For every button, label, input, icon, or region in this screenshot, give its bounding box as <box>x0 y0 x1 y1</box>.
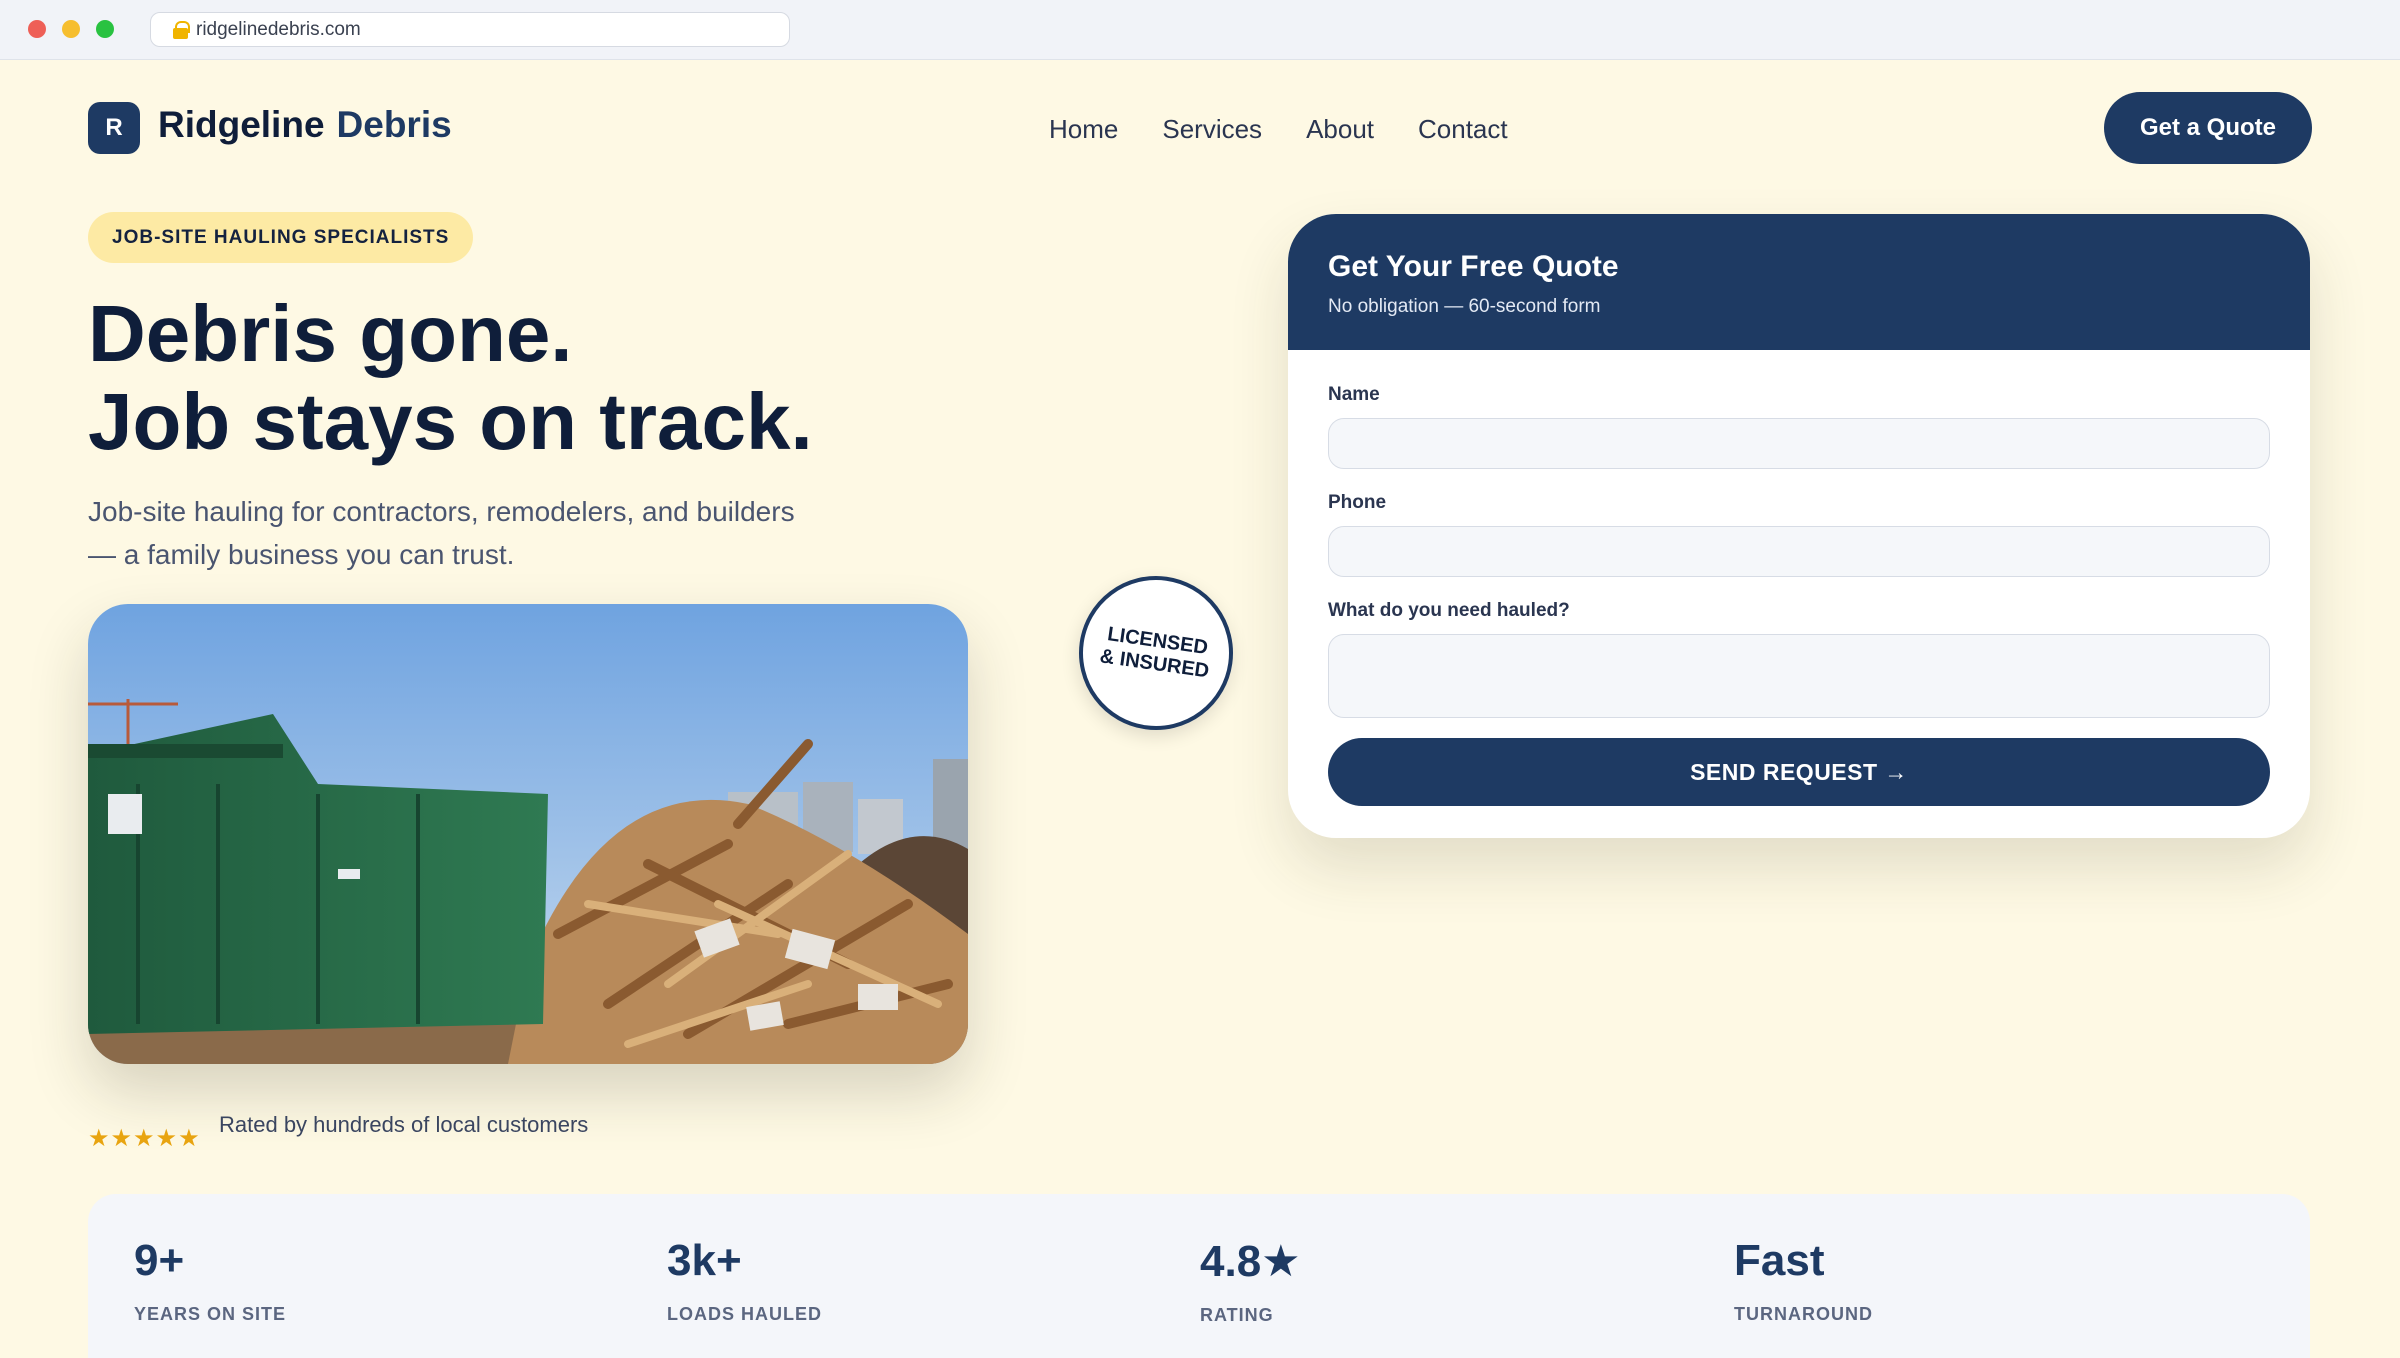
send-request-button[interactable]: SEND REQUEST → <box>1328 738 2270 806</box>
headline-line-2: Job stays on track. <box>88 377 813 466</box>
browser-chrome: ridgelinedebris.com <box>0 0 2400 60</box>
nav-about[interactable]: About <box>1306 114 1374 145</box>
stat-value: 4.8★ <box>1200 1237 1301 1286</box>
haul-label: What do you need hauled? <box>1328 600 1570 621</box>
hero-headline: Debris gone. Job stays on track. <box>88 290 813 466</box>
name-input[interactable] <box>1328 418 2270 469</box>
stat-rating: 4.8★ RATING <box>1200 1236 1301 1326</box>
stat-label: TURNAROUND <box>1734 1304 1873 1324</box>
maximize-window-dot[interactable] <box>96 20 114 38</box>
rating-caption: Rated by hundreds of local customers <box>219 1112 589 1137</box>
stat-label: YEARS ON SITE <box>134 1304 287 1324</box>
licensed-insured-seal: LICENSED & INSURED <box>1069 566 1243 740</box>
brand-part-1: Ridgeline <box>158 104 325 145</box>
haul-textarea[interactable] <box>1328 634 2270 718</box>
main-nav: Home Services About Contact <box>1049 114 1508 145</box>
nav-home[interactable]: Home <box>1049 114 1118 145</box>
minimize-window-dot[interactable] <box>62 20 80 38</box>
nav-contact[interactable]: Contact <box>1418 114 1508 145</box>
url-text: ridgelinedebris.com <box>196 18 361 40</box>
phone-label: Phone <box>1328 492 1387 513</box>
lock-icon <box>173 20 190 39</box>
stat-turnaround: Fast TURNAROUND <box>1734 1236 1873 1325</box>
nav-services[interactable]: Services <box>1162 114 1262 145</box>
logo-mark[interactable]: R <box>88 102 140 154</box>
quote-form-header: Get Your Free Quote No obligation — 60-s… <box>1288 214 2310 350</box>
address-bar[interactable]: ridgelinedebris.com <box>150 12 790 47</box>
hero-subtext: Job-site hauling for contractors, remode… <box>88 496 795 570</box>
stat-label: RATING <box>1200 1305 1274 1325</box>
quote-form-card: Get Your Free Quote No obligation — 60-s… <box>1288 214 2310 838</box>
specialty-badge: JOB-SITE HAULING SPECIALISTS <box>88 212 474 263</box>
stat-value: 9+ <box>134 1236 185 1285</box>
stat-label: LOADS HAULED <box>667 1304 822 1324</box>
close-window-dot[interactable] <box>28 20 46 38</box>
star-rating-icon: ★★★★★ <box>88 1125 201 1152</box>
phone-input[interactable] <box>1328 526 2270 577</box>
headline-line-1: Debris gone. <box>88 289 573 378</box>
stat-value: 3k+ <box>667 1236 742 1285</box>
get-quote-button[interactable]: Get a Quote <box>2104 92 2312 164</box>
stat-value: Fast <box>1734 1236 1825 1285</box>
quote-form-subtitle: No obligation — 60-second form <box>1328 296 1601 317</box>
stat-years: 9+ YEARS ON SITE <box>134 1236 286 1325</box>
name-label: Name <box>1328 384 1380 405</box>
stats-bar: 9+ YEARS ON SITE 3k+ LOADS HAULED 4.8★ R… <box>88 1194 2310 1358</box>
brand-name[interactable]: Ridgeline Debris <box>158 104 452 146</box>
stat-loads: 3k+ LOADS HAULED <box>667 1236 822 1325</box>
quote-form-title: Get Your Free Quote <box>1328 250 1619 283</box>
brand-part-2: Debris <box>336 104 452 145</box>
dumpster-debris-photo <box>88 604 968 1064</box>
